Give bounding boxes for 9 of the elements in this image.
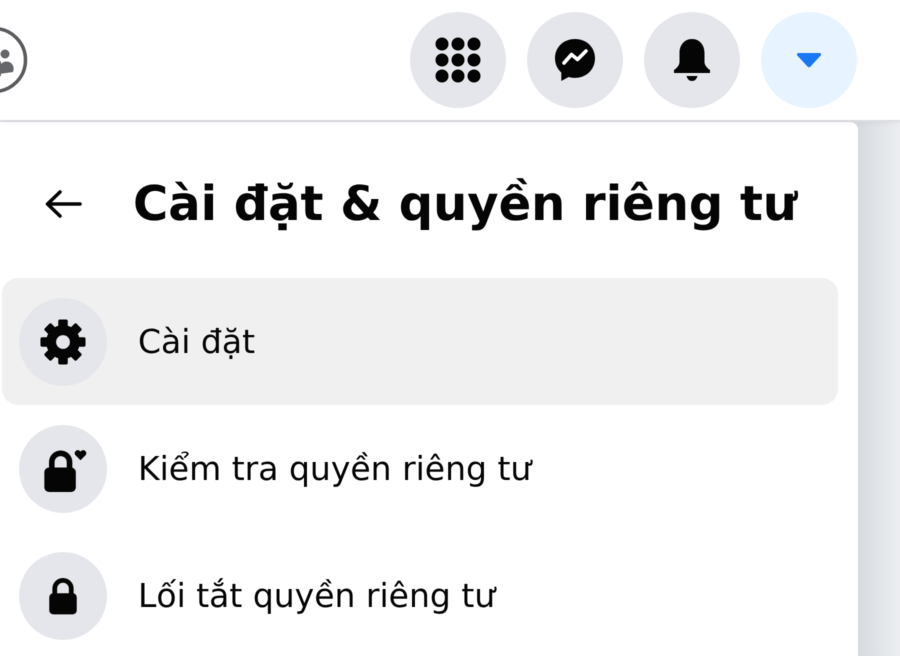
- menu-item[interactable]: Cài đặt: [2, 278, 838, 405]
- caret-icon: [796, 52, 822, 68]
- chat-bubble-icon: [554, 38, 596, 82]
- grid-icon: [435, 37, 481, 83]
- menu-title: Cài đặt & quyền riêng tư: [133, 175, 798, 234]
- gear-icon: [19, 298, 107, 386]
- lock-icon: [19, 552, 107, 640]
- bell-icon: [673, 38, 711, 82]
- back-arrow-icon[interactable]: [44, 189, 82, 219]
